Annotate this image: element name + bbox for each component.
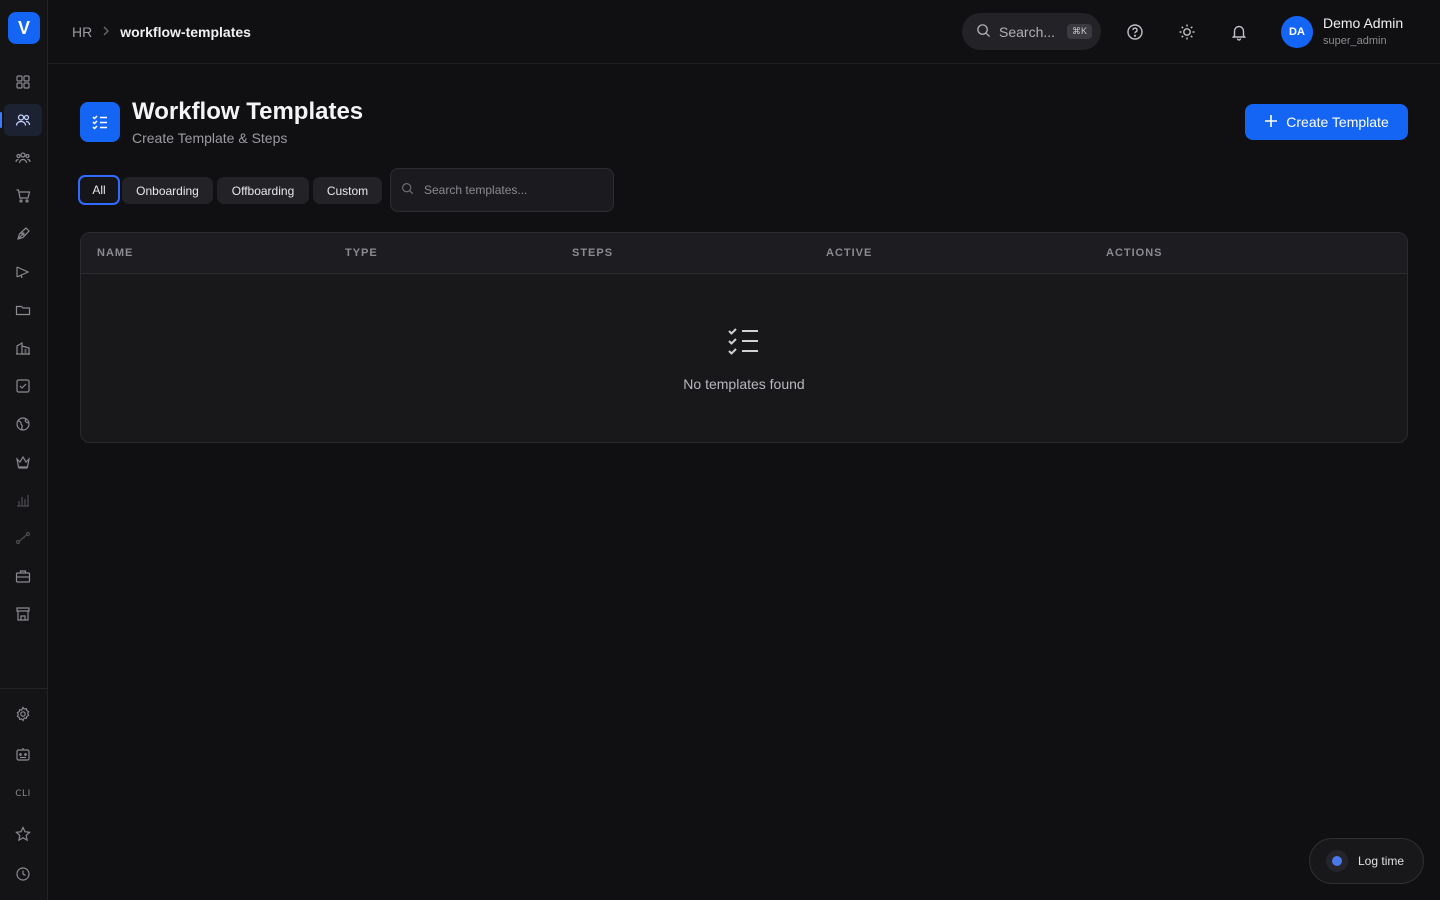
log-time-button[interactable]: Log time	[1309, 838, 1424, 884]
cli-link[interactable]: CLI	[4, 778, 42, 810]
breadcrumb-current: workflow-templates	[120, 24, 251, 40]
cart-icon[interactable]	[4, 180, 42, 212]
column-type: TYPE	[345, 247, 378, 259]
template-search-input[interactable]: Search templates...	[390, 168, 614, 212]
log-time-label: Log time	[1358, 854, 1405, 868]
users-icon[interactable]	[0, 104, 42, 136]
help-icon[interactable]	[1124, 21, 1146, 43]
star-icon[interactable]	[4, 818, 42, 850]
grid-icon[interactable]	[4, 66, 42, 98]
search-icon	[401, 182, 414, 198]
store-icon[interactable]	[4, 598, 42, 630]
sun-icon[interactable]	[1176, 21, 1198, 43]
sidebar-divider	[0, 688, 48, 689]
filter-tab-all[interactable]: All	[78, 175, 120, 205]
timer-icon	[1326, 850, 1348, 872]
search-shortcut: ⌘K	[1067, 24, 1093, 39]
cli-label: CLI	[15, 789, 31, 799]
create-template-button[interactable]: Create Template	[1245, 104, 1408, 140]
filter-tab-onboarding[interactable]: Onboarding	[122, 177, 213, 204]
bell-icon[interactable]	[1228, 21, 1250, 43]
gear-icon[interactable]	[4, 698, 42, 730]
checkbox-icon[interactable]	[4, 370, 42, 402]
clock-icon[interactable]	[4, 858, 42, 890]
avatar[interactable]: DA	[1281, 16, 1313, 48]
table-header: NAME TYPE STEPS ACTIVE ACTIONS	[81, 233, 1407, 274]
breadcrumb-hr[interactable]: HR	[72, 24, 92, 40]
pen-tool-icon[interactable]	[4, 218, 42, 250]
user-role: super_admin	[1323, 35, 1387, 47]
crown-icon[interactable]	[4, 446, 42, 478]
page-subtitle: Create Template & Steps	[132, 130, 288, 146]
globe-icon[interactable]	[4, 408, 42, 440]
chevron-right-icon	[102, 25, 110, 39]
megaphone-icon[interactable]	[4, 256, 42, 288]
global-search-button[interactable]: Search... ⌘K	[962, 13, 1101, 50]
list-checks-icon	[80, 102, 120, 142]
building-icon[interactable]	[4, 332, 42, 364]
route-icon[interactable]	[4, 522, 42, 554]
page-title: Workflow Templates	[132, 98, 364, 125]
global-search-label: Search...	[999, 23, 1056, 40]
sidebar: V CLI	[0, 0, 48, 900]
create-template-label: Create Template	[1286, 114, 1389, 130]
column-steps: STEPS	[572, 247, 614, 259]
plus-icon	[1264, 114, 1278, 131]
column-name: NAME	[97, 247, 134, 259]
column-active: ACTIVE	[826, 247, 873, 259]
folder-icon[interactable]	[4, 294, 42, 326]
bar-chart-icon[interactable]	[4, 484, 42, 516]
search-icon	[976, 23, 991, 41]
filter-tab-offboarding[interactable]: Offboarding	[217, 177, 309, 204]
templates-table: NAME TYPE STEPS ACTIVE ACTIONS No templa…	[80, 232, 1408, 443]
topbar: HR workflow-templates Search... ⌘K DA De…	[48, 0, 1440, 64]
user-name[interactable]: Demo Admin	[1323, 15, 1403, 31]
filter-tab-custom[interactable]: Custom	[313, 177, 382, 204]
breadcrumb: HR workflow-templates	[72, 24, 251, 40]
template-search-placeholder: Search templates...	[424, 183, 528, 197]
briefcase-icon[interactable]	[4, 560, 42, 592]
app-logo[interactable]: V	[8, 12, 40, 44]
column-actions: ACTIONS	[1106, 247, 1163, 259]
empty-state-message: No templates found	[683, 376, 805, 392]
list-checks-icon	[726, 326, 762, 358]
team-icon[interactable]	[4, 142, 42, 174]
robot-icon[interactable]	[4, 738, 42, 770]
